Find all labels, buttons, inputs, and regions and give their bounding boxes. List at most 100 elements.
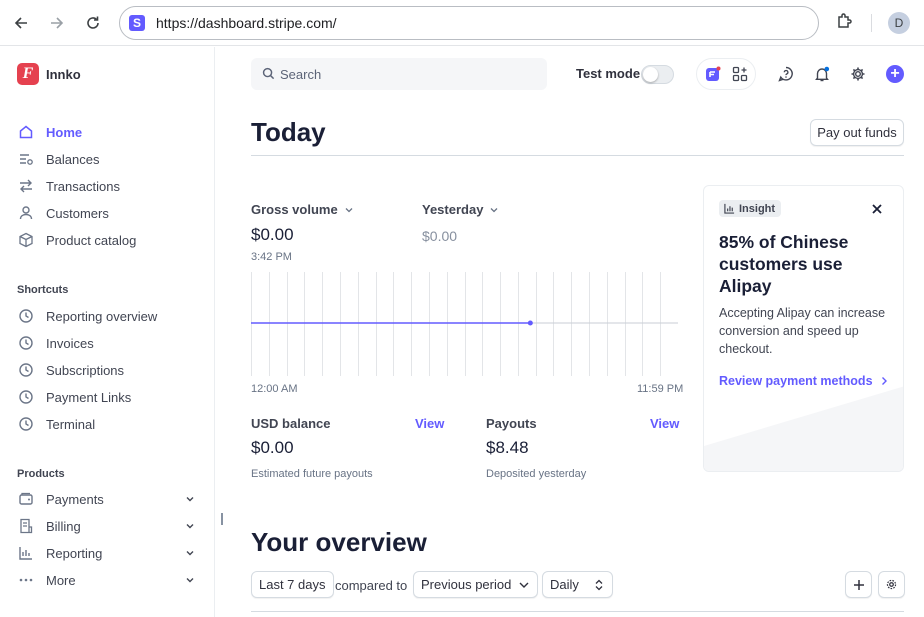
- yesterday-dropdown[interactable]: Yesterday: [422, 202, 499, 217]
- sidebar-item-label: Balances: [46, 151, 100, 167]
- clock-icon: [17, 307, 35, 325]
- account-switcher[interactable]: F Innko: [17, 63, 81, 85]
- insight-badge-label: Insight: [739, 202, 776, 215]
- apps-pill: [696, 58, 756, 90]
- test-mode-label: Test mode: [576, 66, 641, 81]
- sidebar-item-label: Payment Links: [46, 389, 132, 405]
- app-shortcut-icon[interactable]: [705, 66, 721, 87]
- gross-volume-value: $0.00: [251, 225, 294, 244]
- sidebar-item-label: Payments: [46, 491, 104, 507]
- search-input[interactable]: Search: [251, 58, 547, 90]
- chevron-down-icon: [185, 519, 195, 534]
- sidebar-item-product-catalog[interactable]: Product catalog: [17, 229, 197, 251]
- billing-icon: [17, 517, 35, 535]
- page-title: Today: [251, 117, 326, 147]
- current-time-label: 3:42 PM: [251, 251, 292, 263]
- chart-end-label: 11:59 PM: [637, 383, 684, 395]
- chevron-down-icon: [185, 573, 195, 588]
- sidebar-item-billing[interactable]: Billing: [17, 515, 197, 537]
- sidebar-item-home[interactable]: Home: [17, 121, 197, 143]
- product-catalog-icon: [17, 231, 35, 249]
- sidebar-item-label: Reporting: [46, 545, 103, 561]
- test-mode-toggle[interactable]: [641, 65, 674, 84]
- forward-button[interactable]: [45, 11, 69, 35]
- help-icon[interactable]: [777, 65, 795, 83]
- chevron-right-icon: [881, 377, 887, 385]
- sidebar-item-label: Invoices: [46, 335, 94, 351]
- back-button[interactable]: [9, 11, 33, 35]
- apps-grid-icon[interactable]: [732, 66, 748, 87]
- pay-out-funds-button[interactable]: Pay out funds: [810, 119, 904, 146]
- bar-chart-icon: [724, 203, 735, 214]
- account-name: Innko: [46, 66, 81, 82]
- sidebar-item-balances[interactable]: Balances: [17, 148, 197, 170]
- sidebar-item-transactions[interactable]: Transactions: [17, 175, 197, 197]
- site-favicon-icon: S: [129, 15, 145, 31]
- sidebar-item-payment-links[interactable]: Payment Links: [17, 386, 197, 408]
- close-icon[interactable]: [870, 202, 886, 218]
- interval-dropdown[interactable]: Daily: [542, 571, 613, 598]
- toggle-knob: [643, 67, 658, 82]
- sidebar-item-more[interactable]: More: [17, 569, 197, 591]
- section-label-products: Products: [17, 468, 65, 480]
- reporting-icon: [17, 544, 35, 562]
- chevron-down-icon: [490, 207, 498, 212]
- clock-icon: [17, 361, 35, 379]
- create-plus-icon[interactable]: +: [886, 65, 904, 83]
- arrow-right-icon: [51, 17, 64, 29]
- search-icon: [262, 67, 275, 85]
- sidebar-item-label: Reporting overview: [46, 308, 158, 324]
- profile-avatar[interactable]: D: [888, 12, 910, 34]
- sidebar-item-label: More: [46, 572, 76, 588]
- review-payment-methods-link[interactable]: Review payment methods: [719, 374, 889, 388]
- reload-button[interactable]: [81, 11, 105, 35]
- add-chart-button[interactable]: [845, 571, 872, 598]
- payouts-view-link[interactable]: View: [650, 416, 679, 431]
- gross-volume-label: Gross volume: [251, 202, 338, 217]
- sidebar-item-subscriptions[interactable]: Subscriptions: [17, 359, 197, 381]
- gross-volume-dropdown[interactable]: Gross volume: [251, 202, 354, 217]
- sidebar-item-label: Subscriptions: [46, 362, 125, 378]
- usd-balance-view-link[interactable]: View: [415, 416, 444, 431]
- address-bar[interactable]: S https://dashboard.stripe.com/: [119, 6, 819, 40]
- sidebar-item-label: Home: [46, 124, 83, 140]
- sidebar-item-reporting-overview[interactable]: Reporting overview: [17, 305, 197, 327]
- clock-icon: [17, 388, 35, 406]
- sidebar-item-payments[interactable]: Payments: [17, 488, 197, 510]
- insight-badge: Insight: [719, 200, 782, 217]
- date-range-button[interactable]: Last 7 days: [251, 571, 334, 598]
- chart-start-label: 12:00 AM: [251, 383, 298, 395]
- payments-icon: [17, 490, 35, 508]
- plus-icon: [853, 579, 864, 590]
- gross-volume-chart: [251, 272, 678, 376]
- toolbar-separator: [871, 14, 872, 32]
- overview-title: Your overview: [251, 527, 427, 557]
- chevron-down-icon: [345, 207, 353, 212]
- sidebar-item-customers[interactable]: Customers: [17, 202, 197, 224]
- notifications-bell-icon[interactable]: [813, 65, 831, 83]
- payouts-label: Payouts: [486, 416, 537, 431]
- brand-logo: F: [17, 63, 39, 85]
- date-range-label: Last 7 days: [259, 577, 326, 592]
- sidebar-item-label: Transactions: [46, 178, 120, 194]
- current-time-point: [527, 320, 533, 326]
- gear-icon: [886, 579, 897, 590]
- overview-settings-button[interactable]: [878, 571, 905, 598]
- insight-card: Insight 85% of Chinese customers use Ali…: [703, 185, 904, 472]
- arrow-left-icon: [14, 17, 27, 29]
- clock-icon: [17, 415, 35, 433]
- sidebar-item-terminal[interactable]: Terminal: [17, 413, 197, 435]
- yesterday-label: Yesterday: [422, 202, 484, 217]
- chevron-down-icon: [185, 492, 195, 507]
- sidebar-item-label: Billing: [46, 518, 81, 534]
- puzzle-icon: [838, 13, 852, 28]
- settings-gear-icon[interactable]: [849, 65, 867, 83]
- payouts-subtitle: Deposited yesterday: [486, 468, 587, 480]
- payouts-value: $8.48: [486, 438, 529, 457]
- sidebar-item-invoices[interactable]: Invoices: [17, 332, 197, 354]
- sidebar-item-reporting[interactable]: Reporting: [17, 542, 197, 564]
- comparison-dropdown[interactable]: Previous period: [413, 571, 539, 598]
- sidebar-resize-handle[interactable]: [221, 513, 223, 525]
- usd-balance-subtitle: Estimated future payouts: [251, 468, 373, 480]
- extensions-button[interactable]: [835, 11, 857, 33]
